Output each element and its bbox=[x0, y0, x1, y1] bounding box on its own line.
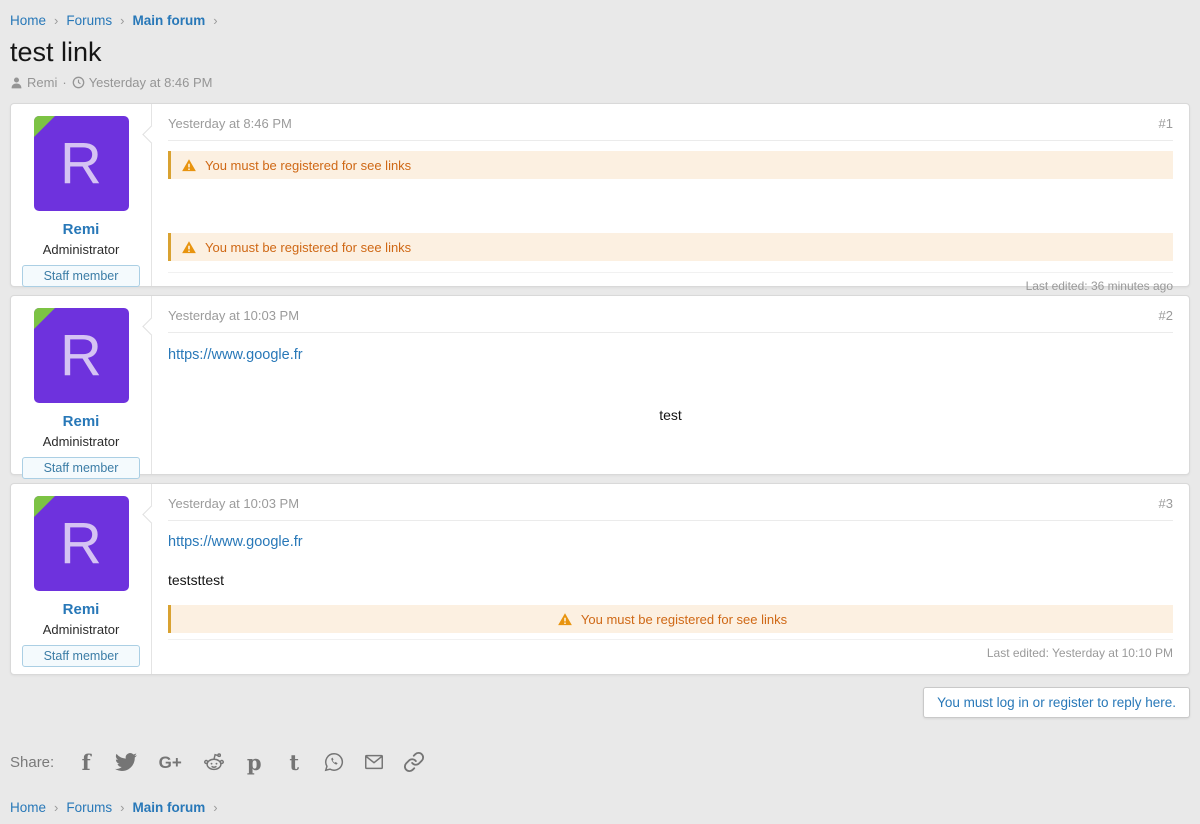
registered-warning-box: You must be registered for see links bbox=[168, 151, 1173, 179]
chevron-right-icon: › bbox=[120, 800, 124, 815]
whatsapp-icon[interactable] bbox=[322, 750, 346, 774]
breadcrumb-main-forum[interactable]: Main forum bbox=[132, 800, 205, 815]
clock-icon bbox=[72, 76, 85, 89]
post-body-text: teststtest bbox=[168, 572, 1173, 588]
post-timestamp[interactable]: Yesterday at 10:03 PM bbox=[168, 496, 299, 511]
warning-text: You must be registered for see links bbox=[581, 612, 787, 627]
post-user-cell: R Remi Administrator Staff member bbox=[11, 104, 151, 286]
online-indicator-icon bbox=[34, 496, 55, 517]
post-number[interactable]: #1 bbox=[1159, 116, 1173, 131]
forum-thread-page: Home › Forums › Main forum › test link R… bbox=[0, 0, 1200, 824]
thread-created-time[interactable]: Yesterday at 8:46 PM bbox=[89, 75, 213, 90]
post-number[interactable]: #2 bbox=[1159, 308, 1173, 323]
post-timestamp[interactable]: Yesterday at 8:46 PM bbox=[168, 116, 292, 131]
online-indicator-icon bbox=[34, 116, 55, 137]
chevron-right-icon: › bbox=[54, 800, 58, 815]
post-timestamp[interactable]: Yesterday at 10:03 PM bbox=[168, 308, 299, 323]
username-link[interactable]: Remi bbox=[21, 601, 141, 618]
post-user-cell: R Remi Administrator Staff member bbox=[11, 296, 151, 474]
twitter-icon[interactable] bbox=[114, 750, 138, 774]
share-row: Share: f G+ p t bbox=[10, 750, 1190, 774]
post-1: R Remi Administrator Staff member Yester… bbox=[10, 103, 1190, 287]
breadcrumb: Home › Forums › Main forum › bbox=[10, 0, 1190, 28]
user-role: Administrator bbox=[21, 622, 141, 637]
google-plus-icon[interactable]: G+ bbox=[154, 750, 186, 774]
breadcrumb-home[interactable]: Home bbox=[10, 800, 46, 815]
avatar[interactable]: R bbox=[34, 308, 129, 403]
last-edited-note: Last edited: 36 minutes ago bbox=[168, 272, 1173, 295]
post-content: Yesterday at 10:03 PM #3 https://www.goo… bbox=[151, 484, 1189, 674]
login-register-reply-button[interactable]: You must log in or register to reply her… bbox=[923, 687, 1190, 718]
chevron-right-icon: › bbox=[213, 13, 217, 28]
breadcrumb-forums[interactable]: Forums bbox=[66, 13, 112, 28]
breadcrumb-forums[interactable]: Forums bbox=[66, 800, 112, 815]
post-header: Yesterday at 8:46 PM #1 bbox=[168, 116, 1173, 141]
post-2: R Remi Administrator Staff member Yester… bbox=[10, 295, 1190, 475]
post-content: Yesterday at 8:46 PM #1 You must be regi… bbox=[151, 104, 1189, 286]
post-header: Yesterday at 10:03 PM #2 bbox=[168, 308, 1173, 333]
google-link[interactable]: https://www.google.fr bbox=[168, 347, 303, 363]
thread-meta: Remi · Yesterday at 8:46 PM bbox=[10, 75, 1190, 90]
last-edited-note: Last edited: Yesterday at 10:10 PM bbox=[168, 639, 1173, 662]
warning-icon bbox=[181, 158, 197, 173]
facebook-icon[interactable]: f bbox=[74, 750, 98, 774]
staff-member-badge: Staff member bbox=[22, 265, 140, 287]
link-icon[interactable] bbox=[402, 750, 426, 774]
post-number[interactable]: #3 bbox=[1159, 496, 1173, 511]
email-icon[interactable] bbox=[362, 750, 386, 774]
chevron-right-icon: › bbox=[213, 800, 217, 815]
meta-separator: · bbox=[62, 75, 66, 90]
breadcrumb-main-forum[interactable]: Main forum bbox=[132, 13, 205, 28]
avatar-letter: R bbox=[60, 327, 102, 385]
post-body-text: test bbox=[168, 407, 1173, 423]
chevron-right-icon: › bbox=[120, 13, 124, 28]
registered-warning-box: You must be registered for see links bbox=[168, 605, 1173, 633]
warning-icon bbox=[557, 612, 573, 627]
avatar-letter: R bbox=[60, 515, 102, 573]
page-title: test link bbox=[10, 37, 1190, 68]
pinterest-icon[interactable]: p bbox=[242, 750, 266, 774]
warning-text: You must be registered for see links bbox=[205, 240, 411, 255]
avatar-letter: R bbox=[60, 135, 102, 193]
share-label: Share: bbox=[10, 754, 54, 771]
tumblr-icon[interactable]: t bbox=[282, 750, 306, 774]
avatar[interactable]: R bbox=[34, 496, 129, 591]
staff-member-badge: Staff member bbox=[22, 645, 140, 667]
thread-author[interactable]: Remi bbox=[27, 75, 57, 90]
reddit-icon[interactable] bbox=[202, 750, 226, 774]
breadcrumb-bottom: Home › Forums › Main forum › bbox=[10, 774, 1190, 815]
avatar[interactable]: R bbox=[34, 116, 129, 211]
online-indicator-icon bbox=[34, 308, 55, 329]
user-role: Administrator bbox=[21, 242, 141, 257]
breadcrumb-home[interactable]: Home bbox=[10, 13, 46, 28]
post-user-cell: R Remi Administrator Staff member bbox=[11, 484, 151, 674]
staff-member-badge: Staff member bbox=[22, 457, 140, 479]
user-role: Administrator bbox=[21, 434, 141, 449]
warning-text: You must be registered for see links bbox=[205, 158, 411, 173]
google-link[interactable]: https://www.google.fr bbox=[168, 534, 303, 550]
post-content: Yesterday at 10:03 PM #2 https://www.goo… bbox=[151, 296, 1189, 474]
registered-warning-box: You must be registered for see links bbox=[168, 233, 1173, 261]
username-link[interactable]: Remi bbox=[21, 221, 141, 238]
warning-icon bbox=[181, 240, 197, 255]
user-icon bbox=[10, 76, 23, 89]
post-3: R Remi Administrator Staff member Yester… bbox=[10, 483, 1190, 675]
chevron-right-icon: › bbox=[54, 13, 58, 28]
reply-bar: You must log in or register to reply her… bbox=[10, 687, 1190, 718]
post-header: Yesterday at 10:03 PM #3 bbox=[168, 496, 1173, 521]
username-link[interactable]: Remi bbox=[21, 413, 141, 430]
